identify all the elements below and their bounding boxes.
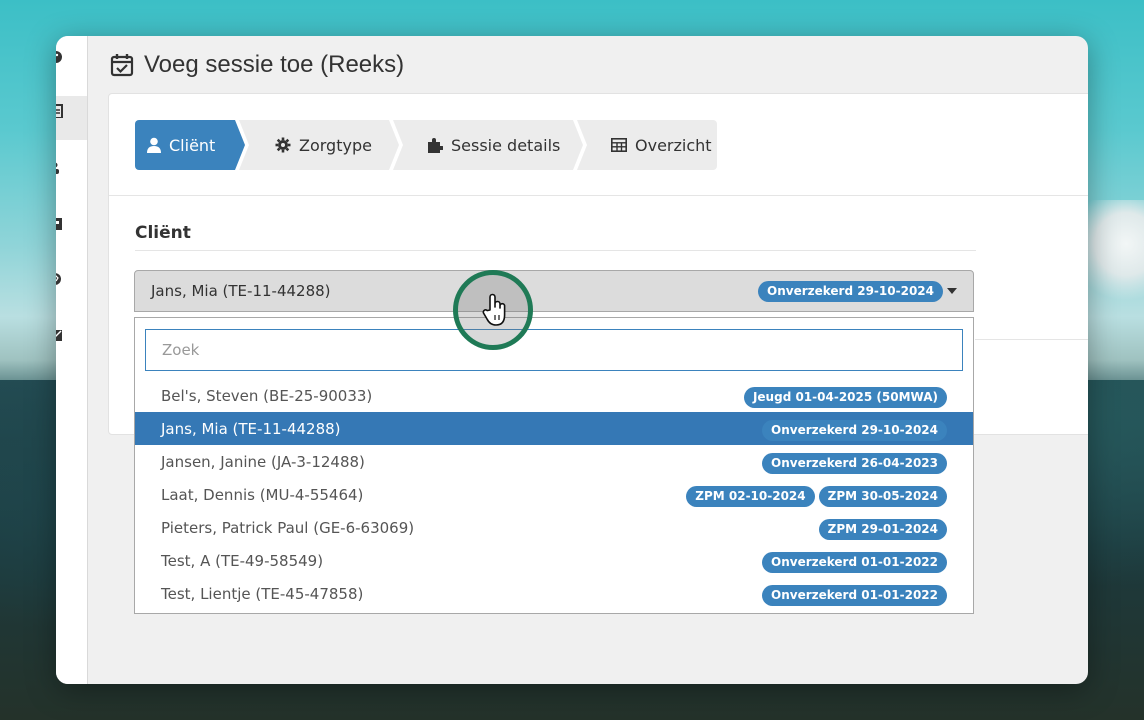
option-name: Test, A (TE-49-58549)	[161, 551, 324, 570]
caret-down-icon[interactable]	[947, 288, 957, 294]
search-input[interactable]	[145, 329, 963, 371]
step-zorgtype[interactable]: Zorgtype	[239, 120, 399, 170]
cursor-highlight	[453, 270, 533, 350]
list-item[interactable]: Test, A (TE-49-58549) Onverzekerd 01-01-…	[135, 544, 973, 577]
step-sessie-details[interactable]: Sessie details	[393, 120, 583, 170]
page-title: Voeg sessie toe (Reeks)	[144, 50, 405, 78]
client-section-label: Cliënt	[135, 223, 191, 243]
status-badge: Onverzekerd 01-01-2022	[762, 585, 947, 606]
edit-icon[interactable]	[56, 328, 66, 342]
gear-icon	[275, 137, 291, 153]
sidebar-active-item[interactable]	[56, 96, 87, 140]
status-badge: ZPM 30-05-2024	[818, 486, 947, 507]
step-zorgtype-label: Zorgtype	[299, 135, 372, 155]
globe-icon[interactable]	[56, 272, 66, 286]
page-header: Voeg sessie toe (Reeks)	[88, 36, 1088, 93]
clipboard-icon[interactable]	[56, 104, 66, 118]
step-client-label: Cliënt	[169, 135, 216, 155]
step-arrow	[389, 120, 399, 170]
app-window: Voeg sessie toe (Reeks) Cliënt Zorgtype …	[56, 36, 1088, 684]
status-badge: ZPM 29-01-2024	[818, 519, 947, 540]
list-item[interactable]: Test, Lientje (TE-45-47858) Onverzekerd …	[135, 577, 973, 610]
status-badge: Onverzekerd 29-10-2024	[758, 281, 943, 302]
step-sessie-details-label: Sessie details	[451, 135, 561, 155]
puzzle-icon	[428, 138, 443, 153]
option-name: Laat, Dennis (MU-4-55464)	[161, 485, 364, 504]
divider	[109, 195, 1088, 196]
list-item[interactable]: Laat, Dennis (MU-4-55464) ZPM 02-10-2024…	[135, 478, 973, 511]
option-name: Jans, Mia (TE-11-44288)	[161, 419, 341, 438]
step-arrow	[573, 120, 583, 170]
status-badge: Onverzekerd 29-10-2024	[762, 420, 947, 441]
option-name: Jansen, Janine (JA-3-12488)	[161, 452, 365, 471]
list-item[interactable]: Jansen, Janine (JA-3-12488) Onverzekerd …	[135, 445, 973, 478]
table-icon	[611, 138, 627, 152]
status-badge: Onverzekerd 01-01-2022	[762, 552, 947, 573]
option-name: Test, Lientje (TE-45-47858)	[161, 584, 364, 603]
step-overzicht-label: Overzicht	[635, 135, 712, 155]
step-client[interactable]: Cliënt	[135, 120, 245, 170]
palette-icon[interactable]	[56, 50, 66, 64]
step-arrow	[235, 120, 245, 170]
client-select[interactable]: Jans, Mia (TE-11-44288) Onverzekerd 29-1…	[134, 270, 974, 312]
client-select-value: Jans, Mia (TE-11-44288)	[151, 282, 331, 300]
list-item-selected[interactable]: Jans, Mia (TE-11-44288) Onverzekerd 29-1…	[135, 412, 973, 445]
status-badge: Onverzekerd 26-04-2023	[762, 453, 947, 474]
hand-pointer-icon	[482, 293, 506, 326]
background-cloud	[1084, 200, 1144, 310]
step-overzicht[interactable]: Overzicht	[577, 120, 717, 170]
option-name: Bel's, Steven (BE-25-90033)	[161, 386, 373, 405]
user-icon	[147, 137, 161, 153]
option-name: Pieters, Patrick Paul (GE-6-63069)	[161, 518, 415, 537]
status-badge: ZPM 02-10-2024	[686, 486, 815, 507]
clinic-icon[interactable]	[56, 216, 66, 230]
divider	[135, 250, 976, 251]
calendar-check-icon	[110, 53, 134, 76]
client-dropdown: Bel's, Steven (BE-25-90033) Jeugd 01-04-…	[134, 317, 974, 614]
sidebar	[56, 36, 88, 684]
divider	[975, 339, 1088, 340]
people-icon[interactable]	[56, 161, 66, 175]
status-badge: Jeugd 01-04-2025 (50MWA)	[743, 387, 947, 408]
list-item[interactable]: Bel's, Steven (BE-25-90033) Jeugd 01-04-…	[135, 379, 973, 412]
list-item[interactable]: Pieters, Patrick Paul (GE-6-63069) ZPM 2…	[135, 511, 973, 544]
wizard-steps: Cliënt Zorgtype Sessie details Overzicht	[135, 120, 717, 170]
